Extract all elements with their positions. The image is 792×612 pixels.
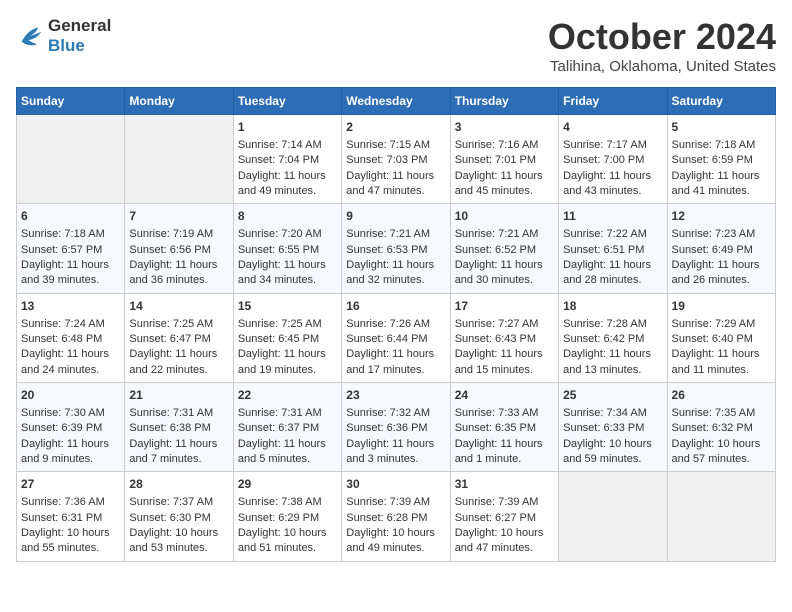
- calendar-cell: 31Sunrise: 7:39 AMSunset: 6:27 PMDayligh…: [450, 472, 558, 561]
- calendar-cell: 16Sunrise: 7:26 AMSunset: 6:44 PMDayligh…: [342, 293, 450, 382]
- day-number: 16: [346, 298, 445, 315]
- weekday-header-thursday: Thursday: [450, 88, 558, 115]
- calendar-cell: 27Sunrise: 7:36 AMSunset: 6:31 PMDayligh…: [17, 472, 125, 561]
- logo: General Blue: [16, 16, 111, 56]
- calendar-cell: 24Sunrise: 7:33 AMSunset: 6:35 PMDayligh…: [450, 383, 558, 472]
- weekday-header-monday: Monday: [125, 88, 233, 115]
- calendar-cell: 18Sunrise: 7:28 AMSunset: 6:42 PMDayligh…: [559, 293, 667, 382]
- day-number: 12: [672, 208, 771, 225]
- calendar-cell: 23Sunrise: 7:32 AMSunset: 6:36 PMDayligh…: [342, 383, 450, 472]
- calendar-cell: 19Sunrise: 7:29 AMSunset: 6:40 PMDayligh…: [667, 293, 775, 382]
- day-number: 28: [129, 476, 228, 493]
- calendar-week-row: 1Sunrise: 7:14 AMSunset: 7:04 PMDaylight…: [17, 115, 776, 204]
- calendar-cell: [17, 115, 125, 204]
- day-number: 2: [346, 119, 445, 136]
- calendar-cell: 22Sunrise: 7:31 AMSunset: 6:37 PMDayligh…: [233, 383, 341, 472]
- day-number: 23: [346, 387, 445, 404]
- weekday-header-friday: Friday: [559, 88, 667, 115]
- day-number: 19: [672, 298, 771, 315]
- calendar-cell: 1Sunrise: 7:14 AMSunset: 7:04 PMDaylight…: [233, 115, 341, 204]
- day-number: 5: [672, 119, 771, 136]
- day-number: 13: [21, 298, 120, 315]
- day-number: 20: [21, 387, 120, 404]
- logo-bird-icon: [16, 22, 44, 50]
- day-number: 14: [129, 298, 228, 315]
- calendar-cell: 28Sunrise: 7:37 AMSunset: 6:30 PMDayligh…: [125, 472, 233, 561]
- calendar-cell: 26Sunrise: 7:35 AMSunset: 6:32 PMDayligh…: [667, 383, 775, 472]
- day-number: 6: [21, 208, 120, 225]
- calendar-cell: [667, 472, 775, 561]
- day-number: 18: [563, 298, 662, 315]
- calendar-header-row: SundayMondayTuesdayWednesdayThursdayFrid…: [17, 88, 776, 115]
- day-number: 30: [346, 476, 445, 493]
- title-block: October 2024 Talihina, Oklahoma, United …: [548, 16, 776, 75]
- day-number: 3: [455, 119, 554, 136]
- day-number: 7: [129, 208, 228, 225]
- calendar-cell: 2Sunrise: 7:15 AMSunset: 7:03 PMDaylight…: [342, 115, 450, 204]
- calendar-cell: 4Sunrise: 7:17 AMSunset: 7:00 PMDaylight…: [559, 115, 667, 204]
- day-number: 15: [238, 298, 337, 315]
- calendar-cell: 10Sunrise: 7:21 AMSunset: 6:52 PMDayligh…: [450, 204, 558, 293]
- calendar-cell: 13Sunrise: 7:24 AMSunset: 6:48 PMDayligh…: [17, 293, 125, 382]
- day-number: 17: [455, 298, 554, 315]
- calendar-body: 1Sunrise: 7:14 AMSunset: 7:04 PMDaylight…: [17, 115, 776, 562]
- calendar-cell: 29Sunrise: 7:38 AMSunset: 6:29 PMDayligh…: [233, 472, 341, 561]
- calendar-cell: 15Sunrise: 7:25 AMSunset: 6:45 PMDayligh…: [233, 293, 341, 382]
- calendar-cell: 8Sunrise: 7:20 AMSunset: 6:55 PMDaylight…: [233, 204, 341, 293]
- day-number: 31: [455, 476, 554, 493]
- calendar-cell: 21Sunrise: 7:31 AMSunset: 6:38 PMDayligh…: [125, 383, 233, 472]
- calendar-cell: 6Sunrise: 7:18 AMSunset: 6:57 PMDaylight…: [17, 204, 125, 293]
- day-number: 21: [129, 387, 228, 404]
- calendar-week-row: 20Sunrise: 7:30 AMSunset: 6:39 PMDayligh…: [17, 383, 776, 472]
- day-number: 25: [563, 387, 662, 404]
- calendar-cell: 7Sunrise: 7:19 AMSunset: 6:56 PMDaylight…: [125, 204, 233, 293]
- calendar-cell: 11Sunrise: 7:22 AMSunset: 6:51 PMDayligh…: [559, 204, 667, 293]
- day-number: 29: [238, 476, 337, 493]
- calendar-cell: 5Sunrise: 7:18 AMSunset: 6:59 PMDaylight…: [667, 115, 775, 204]
- calendar-cell: 3Sunrise: 7:16 AMSunset: 7:01 PMDaylight…: [450, 115, 558, 204]
- calendar-cell: 20Sunrise: 7:30 AMSunset: 6:39 PMDayligh…: [17, 383, 125, 472]
- calendar-week-row: 6Sunrise: 7:18 AMSunset: 6:57 PMDaylight…: [17, 204, 776, 293]
- month-title: October 2024: [548, 16, 776, 58]
- day-number: 22: [238, 387, 337, 404]
- day-number: 8: [238, 208, 337, 225]
- calendar-cell: 30Sunrise: 7:39 AMSunset: 6:28 PMDayligh…: [342, 472, 450, 561]
- day-number: 9: [346, 208, 445, 225]
- day-number: 10: [455, 208, 554, 225]
- weekday-header-wednesday: Wednesday: [342, 88, 450, 115]
- day-number: 26: [672, 387, 771, 404]
- calendar-cell: 17Sunrise: 7:27 AMSunset: 6:43 PMDayligh…: [450, 293, 558, 382]
- day-number: 24: [455, 387, 554, 404]
- weekday-header-saturday: Saturday: [667, 88, 775, 115]
- calendar-cell: 12Sunrise: 7:23 AMSunset: 6:49 PMDayligh…: [667, 204, 775, 293]
- calendar-cell: 25Sunrise: 7:34 AMSunset: 6:33 PMDayligh…: [559, 383, 667, 472]
- page-header: General Blue October 2024 Talihina, Okla…: [16, 16, 776, 75]
- day-number: 4: [563, 119, 662, 136]
- day-number: 11: [563, 208, 662, 225]
- calendar-cell: 14Sunrise: 7:25 AMSunset: 6:47 PMDayligh…: [125, 293, 233, 382]
- calendar-cell: [125, 115, 233, 204]
- calendar-cell: [559, 472, 667, 561]
- location: Talihina, Oklahoma, United States: [548, 58, 776, 75]
- day-number: 1: [238, 119, 337, 136]
- calendar-week-row: 27Sunrise: 7:36 AMSunset: 6:31 PMDayligh…: [17, 472, 776, 561]
- logo-general: General: [48, 16, 111, 36]
- weekday-header-tuesday: Tuesday: [233, 88, 341, 115]
- logo-blue: Blue: [48, 36, 111, 56]
- weekday-header-sunday: Sunday: [17, 88, 125, 115]
- calendar-table: SundayMondayTuesdayWednesdayThursdayFrid…: [16, 87, 776, 562]
- calendar-cell: 9Sunrise: 7:21 AMSunset: 6:53 PMDaylight…: [342, 204, 450, 293]
- day-number: 27: [21, 476, 120, 493]
- calendar-week-row: 13Sunrise: 7:24 AMSunset: 6:48 PMDayligh…: [17, 293, 776, 382]
